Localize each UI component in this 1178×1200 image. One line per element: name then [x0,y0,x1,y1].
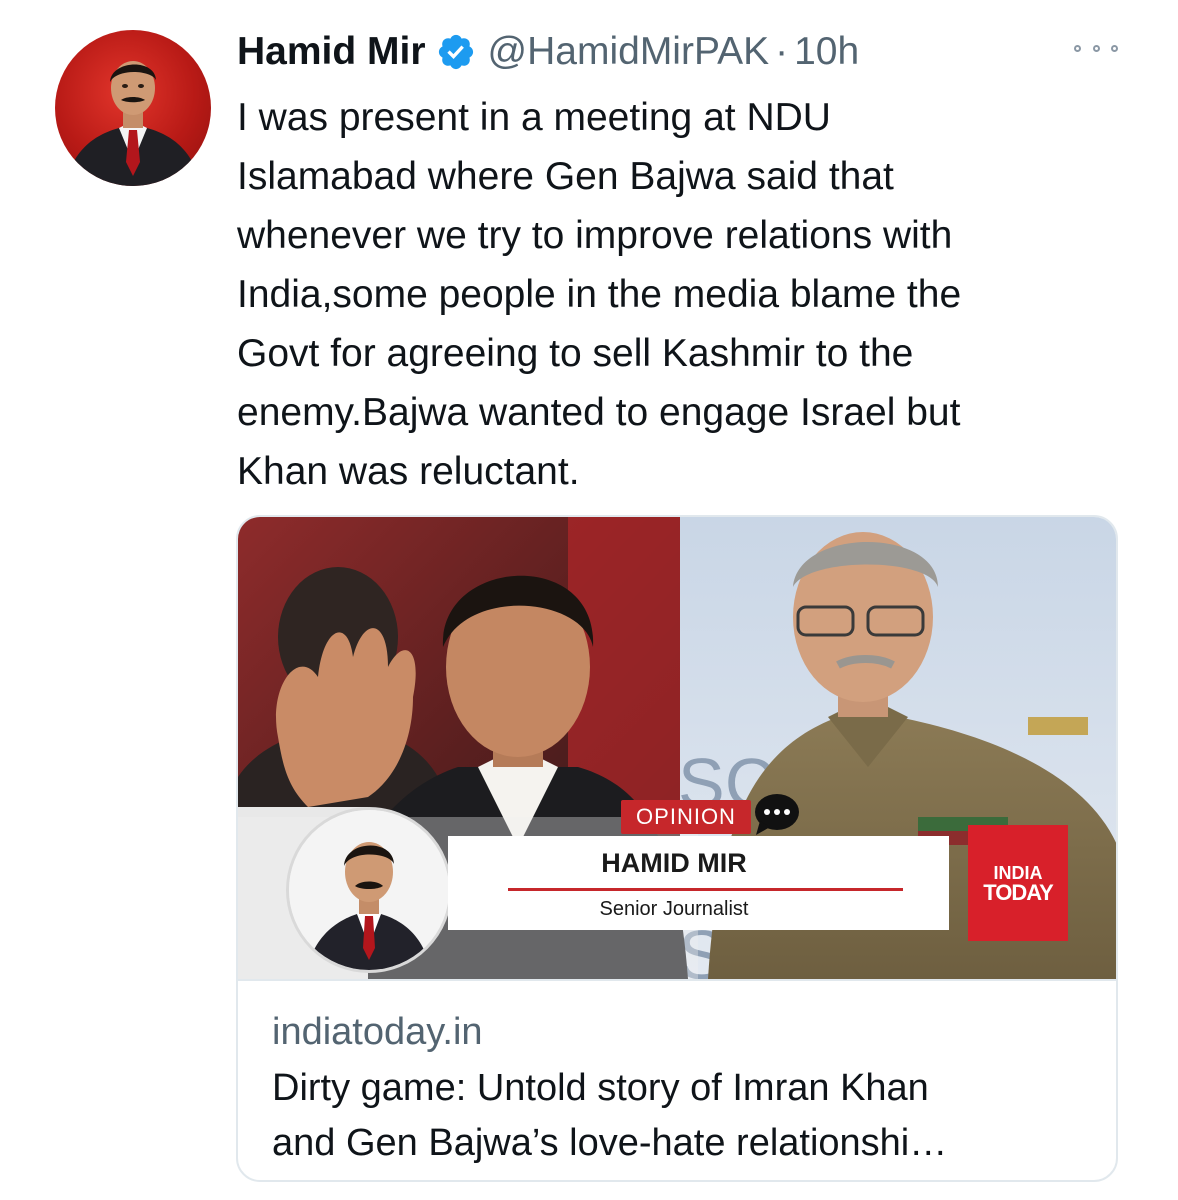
tweet-text-line: India,some people in the media blame the [237,273,962,316]
more-dot [1074,44,1081,52]
link-title[interactable]: Dirty game: Untold story of Imran Khan a… [272,1061,1102,1171]
chat-bubble-icon [755,794,799,835]
link-preview-meta[interactable]: indiatoday.in Dirty game: Untold story o… [238,979,1116,1180]
tweet-text-line: whenever we try to improve relations wit… [237,214,953,257]
avatar-portrait-icon [65,61,201,186]
more-dot [1092,44,1100,52]
columnist-portrait [286,807,452,973]
link-preview-card[interactable]: SC S OPINION HAMID MIR Senior Journalist… [236,515,1118,1182]
more-options-icon[interactable] [1074,38,1118,58]
tweet-header: Hamid Mir @HamidMirPAK · 10h [237,24,859,80]
columnist-name-plate: HAMID MIR Senior Journalist [448,836,949,930]
tweet-text-line: Khan was reluctant. [237,450,580,493]
logo-line: TODAY [983,880,1054,905]
tweet-text-line: I was present in a meeting at NDU [237,96,831,139]
tweet-text-line: Islamabad where Gen Bajwa said that [237,155,894,198]
verified-badge-icon [438,34,473,70]
link-preview-image[interactable]: SC S OPINION HAMID MIR Senior Journalist… [238,517,1116,979]
name-plate-divider [508,888,903,891]
link-domain[interactable]: indiatoday.in [272,1011,483,1054]
author-handle[interactable]: @HamidMirPAK [488,30,770,74]
more-dot [1111,44,1118,52]
opinion-label: OPINION [621,800,751,834]
header-separator: · [775,30,789,73]
tweet-text-line: enemy.Bajwa wanted to engage Israel but [237,391,961,434]
tweet-text: I was present in a meeting at NDU Islama… [237,88,1137,501]
india-today-logo: INDIA TODAY [968,825,1068,941]
columnist-portrait-icon [289,810,449,970]
author-avatar[interactable] [55,30,211,186]
tweet-timestamp[interactable]: 10h [794,30,859,74]
tweet[interactable]: Hamid Mir @HamidMirPAK · 10h I was prese… [0,0,1178,1200]
link-title-line: and Gen Bajwa’s love-hate relationshi… [272,1122,948,1164]
link-title-line: Dirty game: Untold story of Imran Khan [272,1067,929,1109]
author-display-name[interactable]: Hamid Mir [237,30,426,74]
tweet-text-line: Govt for agreeing to sell Kashmir to the [237,332,914,375]
columnist-name: HAMID MIR [601,848,747,878]
columnist-title: Senior Journalist [599,898,749,920]
